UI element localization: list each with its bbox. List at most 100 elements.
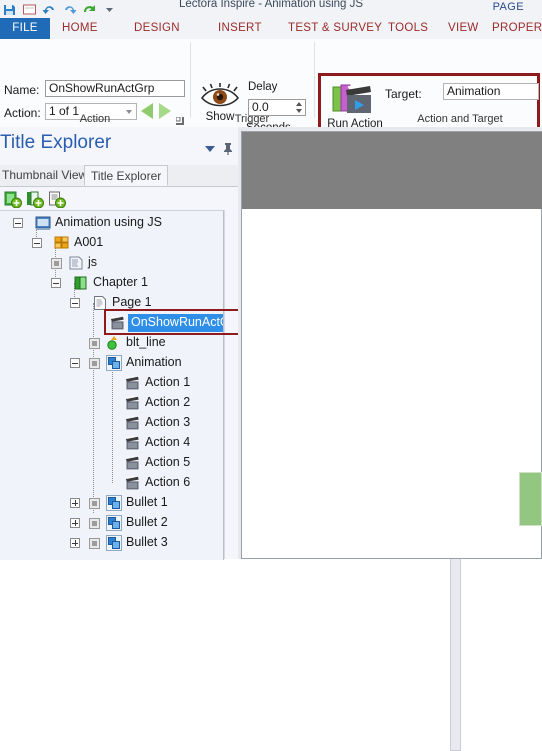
add-section-icon[interactable] <box>26 191 44 209</box>
tab-thumbnail-view[interactable]: Thumbnail View <box>0 165 93 186</box>
expander-minus-icon[interactable] <box>13 218 23 228</box>
tree-label: Animation using JS <box>55 215 163 229</box>
tab-insert[interactable]: INSERT <box>218 18 262 39</box>
tree-row-action[interactable]: Action 5 <box>0 453 223 473</box>
panel-title: Title Explorer <box>0 132 112 153</box>
tree-row-title[interactable]: Animation using JS <box>0 213 223 233</box>
tree-label: Action 1 <box>145 375 191 389</box>
expander-minus-icon[interactable] <box>70 358 80 368</box>
ribbon-body: Name: OnShowRunActGrp Action: 1 of 1 Act… <box>0 39 542 142</box>
tree-row-group[interactable]: A001 <box>0 233 223 253</box>
action-icon <box>125 375 141 391</box>
tree-label: Action 4 <box>145 435 191 449</box>
canvas-top-band <box>242 132 542 209</box>
visibility-checkbox[interactable] <box>89 518 100 529</box>
html-object-icon <box>68 255 84 271</box>
tree-label: Bullet 1 <box>126 495 168 509</box>
visibility-checkbox[interactable] <box>51 258 62 269</box>
tree-row-bullet[interactable]: Bullet 2 <box>0 513 223 533</box>
shape-icon <box>106 335 122 351</box>
tree-row-action[interactable]: Action 3 <box>0 413 223 433</box>
panel-tab-row: Thumbnail View Title Explorer <box>0 165 238 187</box>
tab-title-explorer[interactable]: Title Explorer <box>84 165 169 186</box>
tree-label: Bullet 3 <box>126 535 168 549</box>
action-group-icon <box>106 355 122 371</box>
tree-row-chapter[interactable]: Chapter 1 <box>0 273 223 293</box>
tree-label: OnShowRunActGrp <box>131 315 223 329</box>
tree-label: Chapter 1 <box>93 275 148 289</box>
tree-row-action[interactable]: Action 4 <box>0 433 223 453</box>
tree-label: Action 6 <box>145 475 191 489</box>
tree-row-bullet[interactable]: Bullet 3 <box>0 533 223 553</box>
green-rectangle-object[interactable] <box>519 472 542 526</box>
run-action-group-icon[interactable] <box>332 81 374 117</box>
tree-row-blt-line[interactable]: blt_line <box>0 333 223 353</box>
tab-design[interactable]: DESIGN <box>134 18 180 39</box>
tree-label: A001 <box>74 235 104 249</box>
title-icon <box>35 215 51 231</box>
tree-label: Bullet 2 <box>126 515 168 529</box>
expander-minus-icon[interactable] <box>51 278 61 288</box>
tree-toolbar <box>0 188 238 210</box>
tab-tools[interactable]: TOOLS <box>388 18 428 39</box>
tab-test-and-survey[interactable]: TEST & SURVEY <box>288 18 382 39</box>
tree-row-animation-group[interactable]: Animation <box>0 353 223 373</box>
tree-label: Action 5 <box>145 455 191 469</box>
tab-file[interactable]: FILE <box>0 18 50 39</box>
group-separator <box>190 42 191 118</box>
eye-icon[interactable] <box>198 83 242 109</box>
action-icon <box>125 475 141 491</box>
group-separator <box>314 42 315 118</box>
ribbon-tab-strip: FILE HOME DESIGN INSERT TEST & SURVEY TO… <box>0 18 542 40</box>
add-chapter-icon[interactable] <box>4 191 22 209</box>
tree-row-action[interactable]: Action 6 <box>0 473 223 493</box>
target-input[interactable]: Animation <box>443 83 539 100</box>
tree-label: Page 1 <box>112 295 152 309</box>
visibility-checkbox[interactable] <box>89 538 100 549</box>
action-icon <box>125 415 141 431</box>
expander-plus-icon[interactable] <box>70 538 80 548</box>
expander-plus-icon[interactable] <box>70 518 80 528</box>
tree-vertical-scrollbar[interactable] <box>224 210 461 751</box>
tree-row-html-object[interactable]: js <box>0 253 223 273</box>
target-label: Target: <box>385 87 422 101</box>
visibility-checkbox[interactable] <box>89 338 100 349</box>
dialog-launcher-icon[interactable] <box>175 115 185 125</box>
delay-label: Delay <box>248 81 278 93</box>
action-icon <box>125 435 141 451</box>
group-label-action: Action <box>79 113 111 125</box>
tree-label: js <box>88 255 98 269</box>
tree-label: Action 2 <box>145 395 191 409</box>
tree-row-bullet[interactable]: Bullet 1 <box>0 493 223 513</box>
tree-row-action[interactable]: Action 1 <box>0 373 223 393</box>
tree-row-action[interactable]: Action 2 <box>0 393 223 413</box>
action-icon <box>125 395 141 411</box>
action-group-icon <box>106 495 122 511</box>
action-group-icon <box>106 515 122 531</box>
action-icon <box>125 455 141 471</box>
group-label-trigger: Trigger <box>234 113 270 125</box>
visibility-checkbox[interactable] <box>89 358 100 369</box>
visibility-checkbox[interactable] <box>89 498 100 509</box>
expander-minus-icon[interactable] <box>32 238 42 248</box>
tab-properties[interactable]: PROPERTIES <box>492 18 542 39</box>
tree-label: Action 3 <box>145 415 191 429</box>
tree-label: blt_line <box>126 335 166 349</box>
name-label: Name: <box>4 83 40 97</box>
pin-icon[interactable] <box>222 142 234 155</box>
contextual-tab-group-label: PAGE <box>492 1 524 13</box>
title-explorer-tree[interactable]: Animation using JS A001 js Chapter 1 Pag… <box>0 210 224 560</box>
chevron-down-icon[interactable] <box>205 146 215 152</box>
group-icon <box>54 235 70 251</box>
expander-plus-icon[interactable] <box>70 498 80 508</box>
tree-label: Animation <box>126 355 182 369</box>
tab-home[interactable]: HOME <box>62 18 98 39</box>
expander-minus-icon[interactable] <box>70 298 80 308</box>
window-title: Lectora Inspire - Animation using JS <box>178 0 364 10</box>
add-page-icon[interactable] <box>48 191 66 209</box>
group-label-action-and-target: Action and Target <box>417 113 503 125</box>
tab-view[interactable]: VIEW <box>448 18 479 39</box>
action-group-icon <box>106 535 122 551</box>
title-bar: Lectora Inspire - Animation using JS PAG… <box>0 0 542 18</box>
name-input[interactable]: OnShowRunActGrp <box>45 80 185 97</box>
